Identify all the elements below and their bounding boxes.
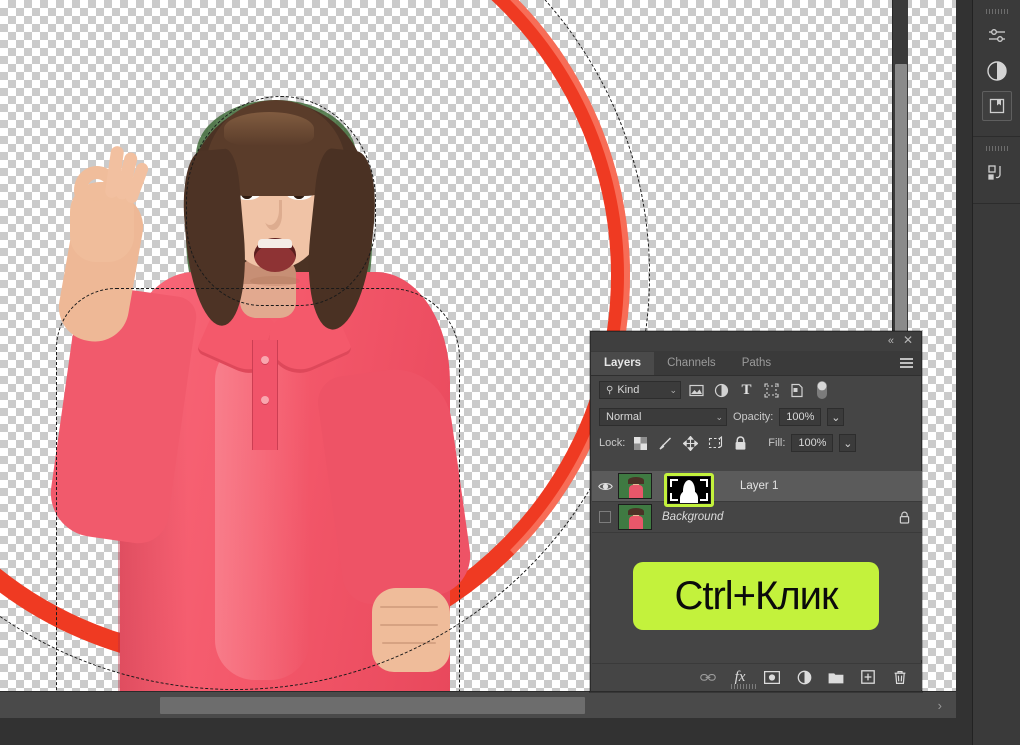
layer-mask-thumbnail-1[interactable] xyxy=(667,476,711,504)
lock-all-padlock-icon[interactable] xyxy=(731,435,750,452)
right-hand-fist xyxy=(372,588,450,672)
mask-corner-br xyxy=(700,493,708,501)
table-row[interactable]: Layer 1 xyxy=(592,471,922,507)
layers-panel: « ✕ Layers Channels Paths ⚲ Kind ⌄ T Nor… xyxy=(590,331,922,692)
shirt-button-1 xyxy=(261,356,269,364)
fist-knuckle-3 xyxy=(382,642,436,644)
layer-name-2[interactable]: Background xyxy=(662,511,723,523)
new-group-folder-icon[interactable] xyxy=(828,669,844,685)
lock-row: Lock: Fill: 100% ⌄ xyxy=(591,430,921,456)
filter-kind-select[interactable]: ⚲ Kind ⌄ xyxy=(599,381,681,399)
dock-grip-handle[interactable] xyxy=(985,9,1008,14)
layers-panel-bottom-bar: fx xyxy=(592,663,922,690)
panel-tabs: Layers Channels Paths xyxy=(591,351,921,376)
opacity-label: Opacity: xyxy=(733,411,774,423)
dock-group-actions xyxy=(973,137,1020,204)
canvas-horizontal-scrollbar[interactable]: › xyxy=(0,691,956,718)
half-circle-adjustment-icon[interactable] xyxy=(982,56,1012,86)
shirt-button-2 xyxy=(261,396,269,404)
pixel-layer-filter-icon[interactable] xyxy=(687,382,706,399)
dock-group-adjustments xyxy=(973,0,1020,137)
subject-person xyxy=(0,40,476,718)
layer-visibility-toggle-2[interactable] xyxy=(592,511,618,523)
hint-text: Ctrl+Клик xyxy=(674,574,838,618)
collapse-panel-icon[interactable]: « xyxy=(888,335,894,347)
fist-knuckle-1 xyxy=(380,606,438,608)
type-layer-filter-icon[interactable]: T xyxy=(737,382,756,399)
scroll-right-arrow-icon[interactable]: › xyxy=(938,698,942,713)
eye-hidden-icon xyxy=(599,511,611,523)
mask-corner-tl xyxy=(670,479,678,487)
fill-stepper-chevron[interactable]: ⌄ xyxy=(839,434,857,452)
panel-menu-icon[interactable] xyxy=(900,358,913,368)
libraries-icon[interactable] xyxy=(981,91,1012,121)
lock-position-move-icon[interactable] xyxy=(681,435,700,452)
layer-locked-padlock-icon xyxy=(899,511,910,529)
adjustments-sliders-icon[interactable] xyxy=(982,21,1012,51)
new-fill-adjustment-icon[interactable] xyxy=(796,669,812,685)
layer-filter-row: ⚲ Kind ⌄ T xyxy=(591,376,921,404)
tab-layers[interactable]: Layers xyxy=(591,352,655,375)
panel-title-bar[interactable]: « ✕ xyxy=(591,332,921,351)
chin-shadow xyxy=(250,276,300,286)
ok-gesture-hand xyxy=(62,145,150,266)
fill-label: Fill: xyxy=(768,437,786,449)
fist-knuckle-2 xyxy=(380,624,438,626)
filter-kind-label: Kind xyxy=(617,384,640,396)
lock-image-pixels-brush-icon[interactable] xyxy=(656,435,675,452)
shape-layer-filter-icon[interactable] xyxy=(762,382,781,399)
opacity-input[interactable]: 100% xyxy=(779,408,822,426)
lock-label: Lock: xyxy=(599,437,626,449)
new-layer-icon[interactable] xyxy=(860,669,876,685)
chevron-down-icon: ⌄ xyxy=(669,384,677,395)
hint-overlay: Ctrl+Клик xyxy=(633,562,879,630)
close-panel-icon[interactable]: ✕ xyxy=(903,334,913,346)
mask-corner-bl xyxy=(670,493,678,501)
mask-corner-tr xyxy=(700,479,708,487)
blend-mode-select[interactable]: Normal ⌄ xyxy=(599,408,727,426)
delete-layer-trash-icon[interactable] xyxy=(892,669,908,685)
dock-grip-handle-2[interactable] xyxy=(985,146,1008,151)
blend-mode-value: Normal xyxy=(606,411,642,423)
tab-paths[interactable]: Paths xyxy=(728,352,785,375)
nose xyxy=(264,200,282,230)
lock-transparency-icon[interactable] xyxy=(631,435,650,452)
search-icon: ⚲ xyxy=(606,384,614,396)
lock-artboard-nesting-icon[interactable] xyxy=(706,435,725,452)
right-dock xyxy=(972,0,1020,745)
tab-channels[interactable]: Channels xyxy=(654,352,729,375)
layer-thumbnail-1[interactable] xyxy=(618,473,652,499)
opacity-stepper-chevron[interactable]: ⌄ xyxy=(827,408,845,426)
fill-input[interactable]: 100% xyxy=(791,434,834,452)
layer-style-fx-icon[interactable]: fx xyxy=(732,669,748,685)
photoshop-window: › « ✕ Layers Channels Paths ⚲ Kind ⌄ T N… xyxy=(0,0,1020,745)
hair-highlight xyxy=(224,112,314,146)
adjustment-layer-filter-icon[interactable] xyxy=(712,382,731,399)
layer-thumbnail-2[interactable] xyxy=(618,504,652,530)
actions-history-icon[interactable] xyxy=(982,158,1012,188)
layer-name-1[interactable]: Layer 1 xyxy=(740,480,778,492)
filter-toggle-switch[interactable] xyxy=(812,381,831,399)
blend-mode-row: Normal ⌄ Opacity: 100% ⌄ xyxy=(591,404,921,430)
panel-resize-grip[interactable] xyxy=(731,684,757,689)
table-row[interactable]: Background xyxy=(592,502,922,533)
link-layers-icon[interactable] xyxy=(700,669,716,685)
chevron-down-icon: ⌄ xyxy=(715,411,723,422)
add-layer-mask-icon[interactable] xyxy=(764,669,780,685)
smart-object-filter-icon[interactable] xyxy=(787,382,806,399)
teeth xyxy=(258,239,292,248)
layer-visibility-toggle-1[interactable] xyxy=(592,481,618,492)
horizontal-scrollbar-thumb[interactable] xyxy=(160,697,585,714)
